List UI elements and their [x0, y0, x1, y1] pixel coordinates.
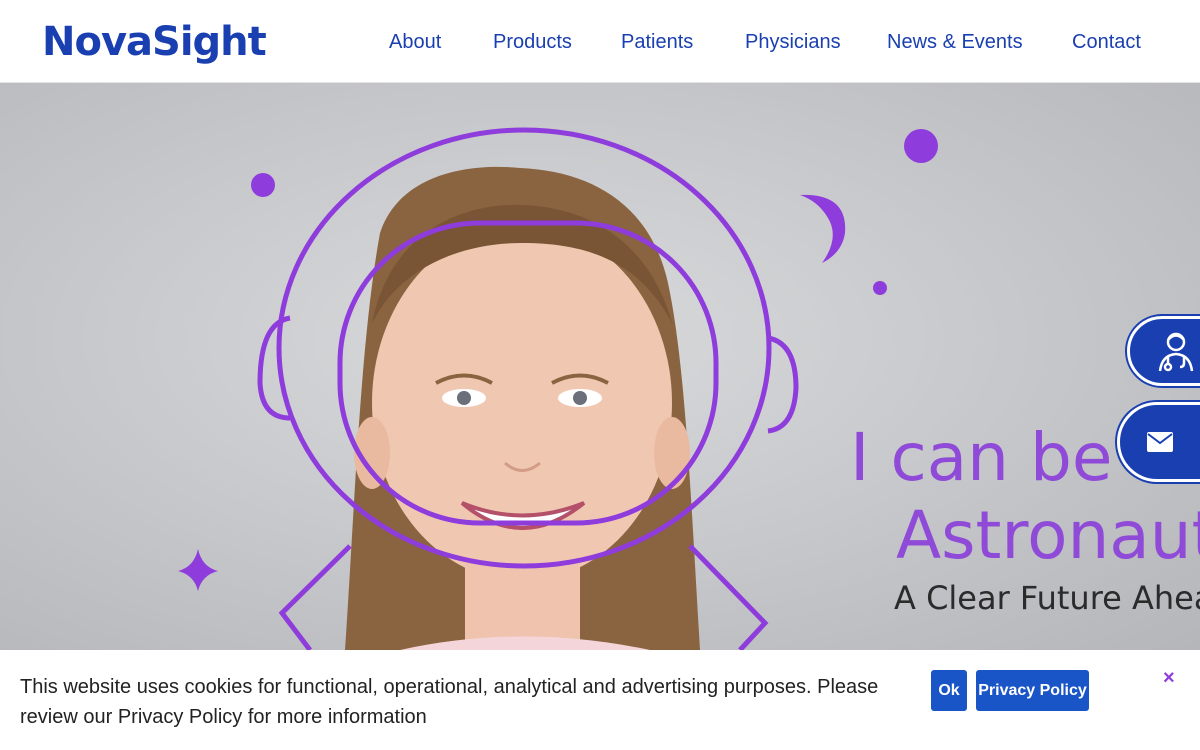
nav-about[interactable]: About [389, 28, 441, 56]
main-nav: About Products Patients Physicians News … [0, 28, 1200, 56]
right-iris [573, 391, 587, 405]
hero-tagline: A Clear Future Ahea [894, 579, 1200, 617]
planet-dot-1 [251, 173, 275, 197]
left-iris [457, 391, 471, 405]
envelope-icon [1147, 432, 1173, 452]
planet-dot-3 [873, 281, 887, 295]
nav-physicians[interactable]: Physicians [745, 28, 841, 56]
doctor-icon [1158, 332, 1194, 372]
nav-patients[interactable]: Patients [621, 28, 693, 56]
cookie-ok-button[interactable]: Ok [931, 670, 967, 711]
right-ear [654, 417, 690, 489]
cookie-message: This website uses cookies for functional… [20, 676, 879, 728]
site-header: NovaSight About Products Patients Physic… [0, 0, 1200, 83]
contact-email-button[interactable] [1117, 402, 1200, 482]
privacy-policy-button[interactable]: Privacy Policy [976, 670, 1089, 711]
nav-products[interactable]: Products [493, 28, 572, 56]
close-icon[interactable]: × [1163, 666, 1175, 690]
planet-dot-2 [904, 129, 938, 163]
hero-banner: I can be a Astronaut A Clear Future Ahea [0, 83, 1200, 650]
moon-icon [800, 194, 846, 263]
cookie-banner: This website uses cookies for functional… [0, 650, 1200, 750]
star-icon [178, 549, 218, 591]
nav-news-events[interactable]: News & Events [887, 28, 1023, 56]
headline-line-2: Astronaut [896, 497, 1200, 574]
nav-contact[interactable]: Contact [1072, 28, 1141, 56]
find-physician-button[interactable] [1127, 316, 1200, 386]
